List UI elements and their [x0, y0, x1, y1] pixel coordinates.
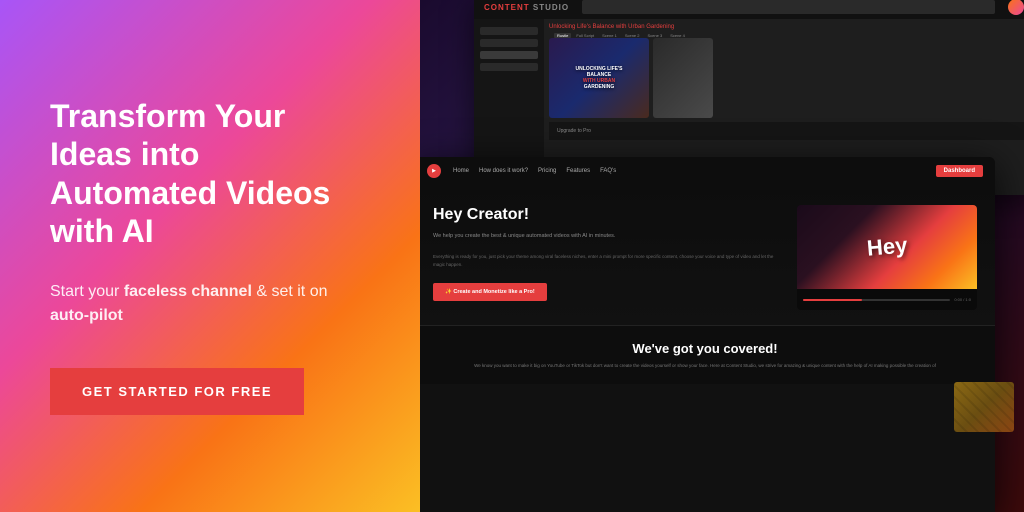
video-thumbnail-main: UNLOCKING LIFE'SBALANCEWITH URBANGARDENI…	[549, 38, 649, 118]
nav-dashboard-button[interactable]: Dashboard	[936, 165, 983, 177]
website-screenshot: Home How does it work? Pricing Features …	[420, 157, 995, 512]
nav-how: How does it work?	[479, 168, 528, 174]
hero-title: Hey Creator!	[433, 205, 781, 224]
search-bar	[582, 0, 995, 14]
nav-faq: FAQ's	[600, 168, 616, 174]
website-hero: Hey Creator! We help you create the best…	[420, 185, 995, 325]
bottom-description: We know you want to make it big on YouTu…	[433, 362, 977, 369]
left-panel: Transform Your Ideas into Automated Vide…	[0, 0, 420, 512]
video-grid: UNLOCKING LIFE'SBALANCEWITH URBANGARDENI…	[549, 38, 1024, 118]
logo-icon	[427, 164, 441, 178]
app-top-bar: CONTENT STUDIO	[474, 0, 1024, 19]
website-logo	[427, 164, 441, 178]
nav-pricing: Pricing	[538, 168, 556, 174]
thumbnail-right	[954, 382, 1014, 432]
bottom-title: We've got you covered!	[433, 341, 977, 356]
avatar	[1008, 0, 1024, 15]
progress-bar	[803, 299, 950, 301]
website-bottom-section: We've got you covered! We know you want …	[420, 325, 995, 384]
upgrade-text[interactable]: Upgrade to Pro	[557, 128, 591, 134]
website-nav: Home How does it work? Pricing Features …	[420, 157, 995, 185]
video-time: 0:00 / 1:0	[954, 297, 971, 302]
video-thumbnail-secondary	[653, 38, 713, 118]
subtitle-faceless: faceless channel	[124, 283, 252, 300]
video-hey-text: Hey	[866, 232, 908, 261]
subtitle-start: Start your	[50, 283, 124, 300]
sidebar-menu-item	[480, 63, 538, 71]
nav-links: Home How does it work? Pricing Features …	[453, 168, 924, 174]
sidebar-menu-item	[480, 39, 538, 47]
hero-video-player: Hey 0:00 / 1:0	[797, 205, 977, 310]
app-logo: CONTENT STUDIO	[484, 3, 569, 12]
video-title: Unlocking Life's Balance with Urban Gard…	[549, 24, 1024, 30]
video-thumb-text: UNLOCKING LIFE'SBALANCEWITH URBANGARDENI…	[575, 66, 622, 90]
subtitle-middle: & set it on	[252, 283, 328, 300]
sidebar-menu-item-active	[480, 51, 538, 59]
hero-description: We help you create the best & unique aut…	[433, 232, 781, 241]
sidebar-menu-item	[480, 27, 538, 35]
hero-description-long: Everything is ready for you, just pick y…	[433, 253, 781, 268]
upgrade-bar: Upgrade to Pro	[549, 122, 1024, 140]
video-controls: 0:00 / 1:0	[797, 289, 977, 310]
get-started-button[interactable]: GET STARTED FOR FREE	[50, 368, 304, 415]
headline: Transform Your Ideas into Automated Vide…	[50, 97, 370, 251]
video-content: Hey	[797, 205, 977, 289]
subtitle-autopilot: auto-pilot	[50, 307, 123, 324]
right-panel: CONTENT STUDIO Unlocking Life's Balance …	[420, 0, 1024, 512]
progress-fill	[803, 299, 862, 301]
nav-home: Home	[453, 168, 469, 174]
subtitle: Start your faceless channel & set it on …	[50, 280, 370, 328]
hero-cta-button[interactable]: ✨ Create and Monetize like a Pro!	[433, 283, 547, 301]
hero-text: Hey Creator! We help you create the best…	[433, 205, 781, 310]
nav-features: Features	[566, 168, 590, 174]
